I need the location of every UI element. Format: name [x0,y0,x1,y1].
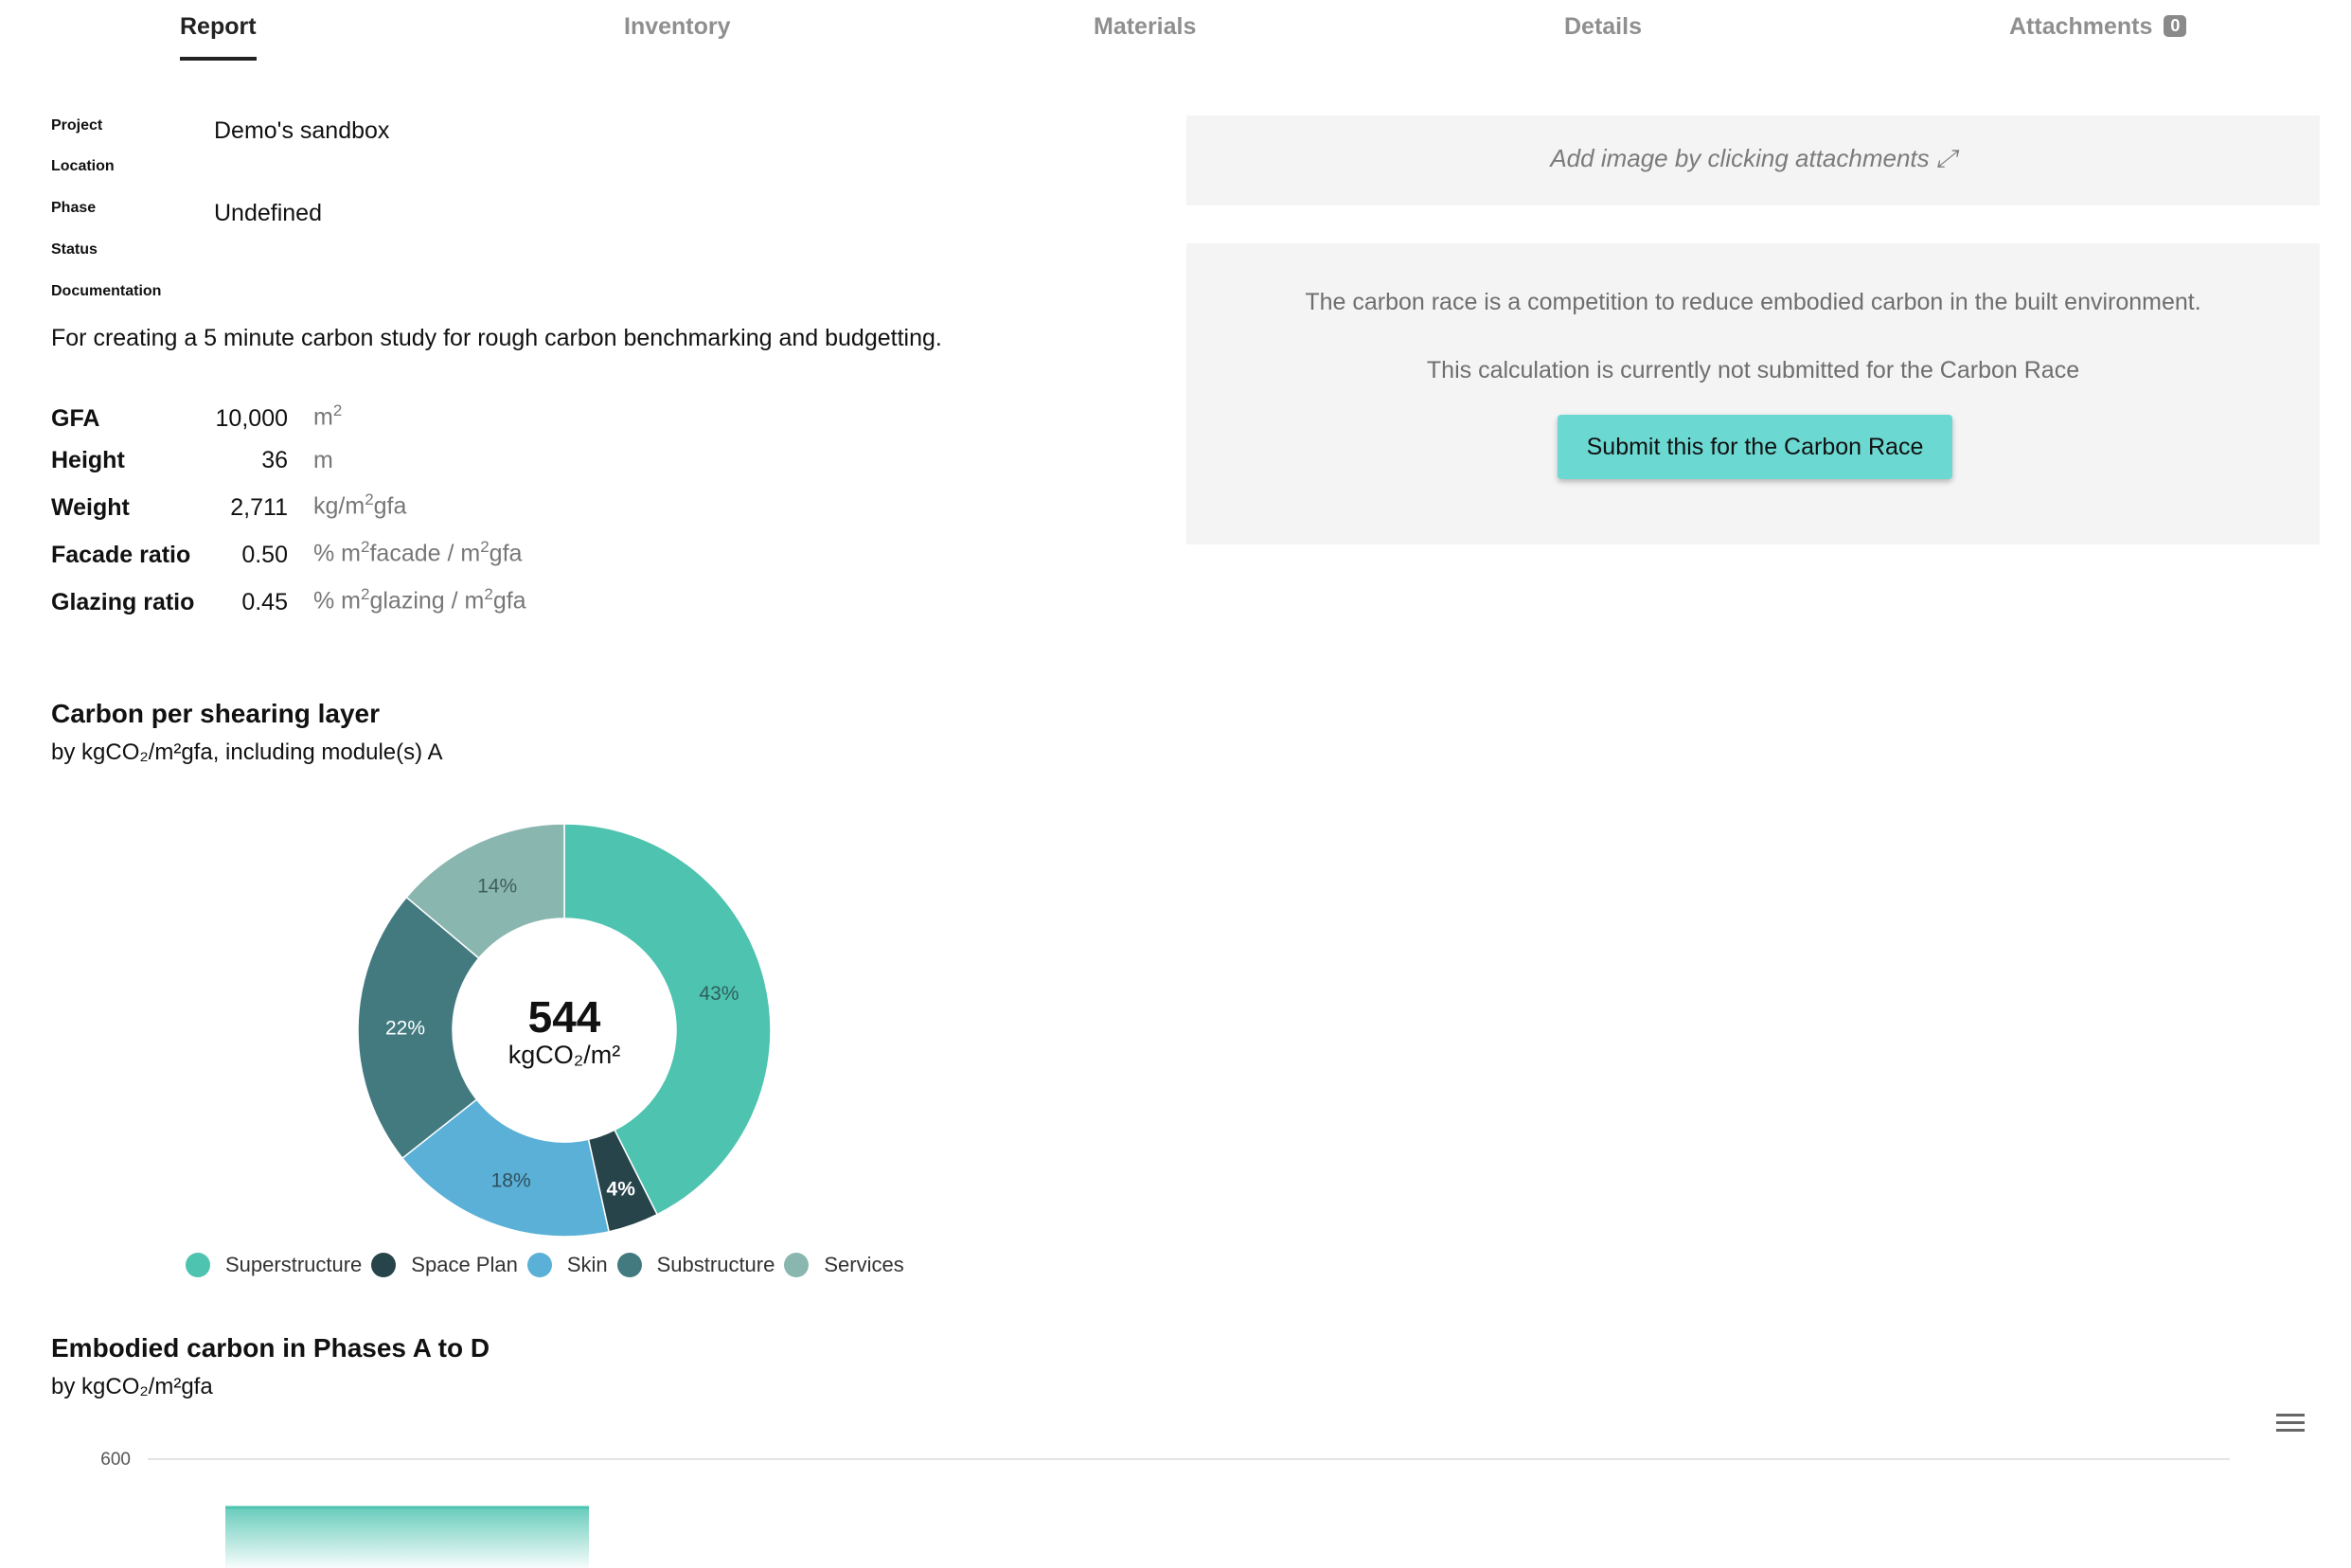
bar-chart: 600 [100,1450,2230,1568]
y-tick-label: 600 [100,1450,131,1470]
bar[interactable] [225,1506,589,1568]
